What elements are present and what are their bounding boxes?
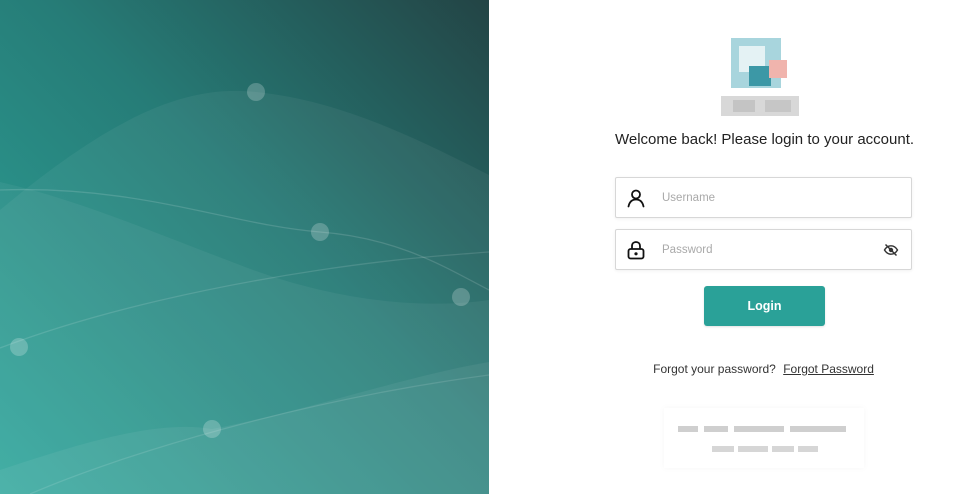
username-field[interactable] bbox=[615, 177, 912, 218]
company-logo bbox=[721, 38, 801, 120]
password-input[interactable] bbox=[662, 230, 872, 269]
eye-slash-icon[interactable] bbox=[883, 242, 899, 258]
forgot-password-link[interactable]: Forgot Password bbox=[783, 362, 874, 376]
wave-illustration bbox=[0, 0, 489, 494]
login-button[interactable]: Login bbox=[704, 286, 825, 326]
lock-icon bbox=[627, 241, 645, 260]
user-icon bbox=[627, 189, 645, 208]
welcome-message: Welcome back! Please login to your accou… bbox=[615, 131, 915, 148]
username-input[interactable] bbox=[662, 178, 872, 217]
hero-background bbox=[0, 0, 489, 494]
footer-info bbox=[664, 408, 864, 468]
forgot-password-row: Forgot your password? Forgot Password bbox=[615, 362, 912, 376]
forgot-password-prompt: Forgot your password? bbox=[653, 362, 776, 376]
login-panel: Welcome back! Please login to your accou… bbox=[489, 0, 975, 494]
password-field[interactable] bbox=[615, 229, 912, 270]
